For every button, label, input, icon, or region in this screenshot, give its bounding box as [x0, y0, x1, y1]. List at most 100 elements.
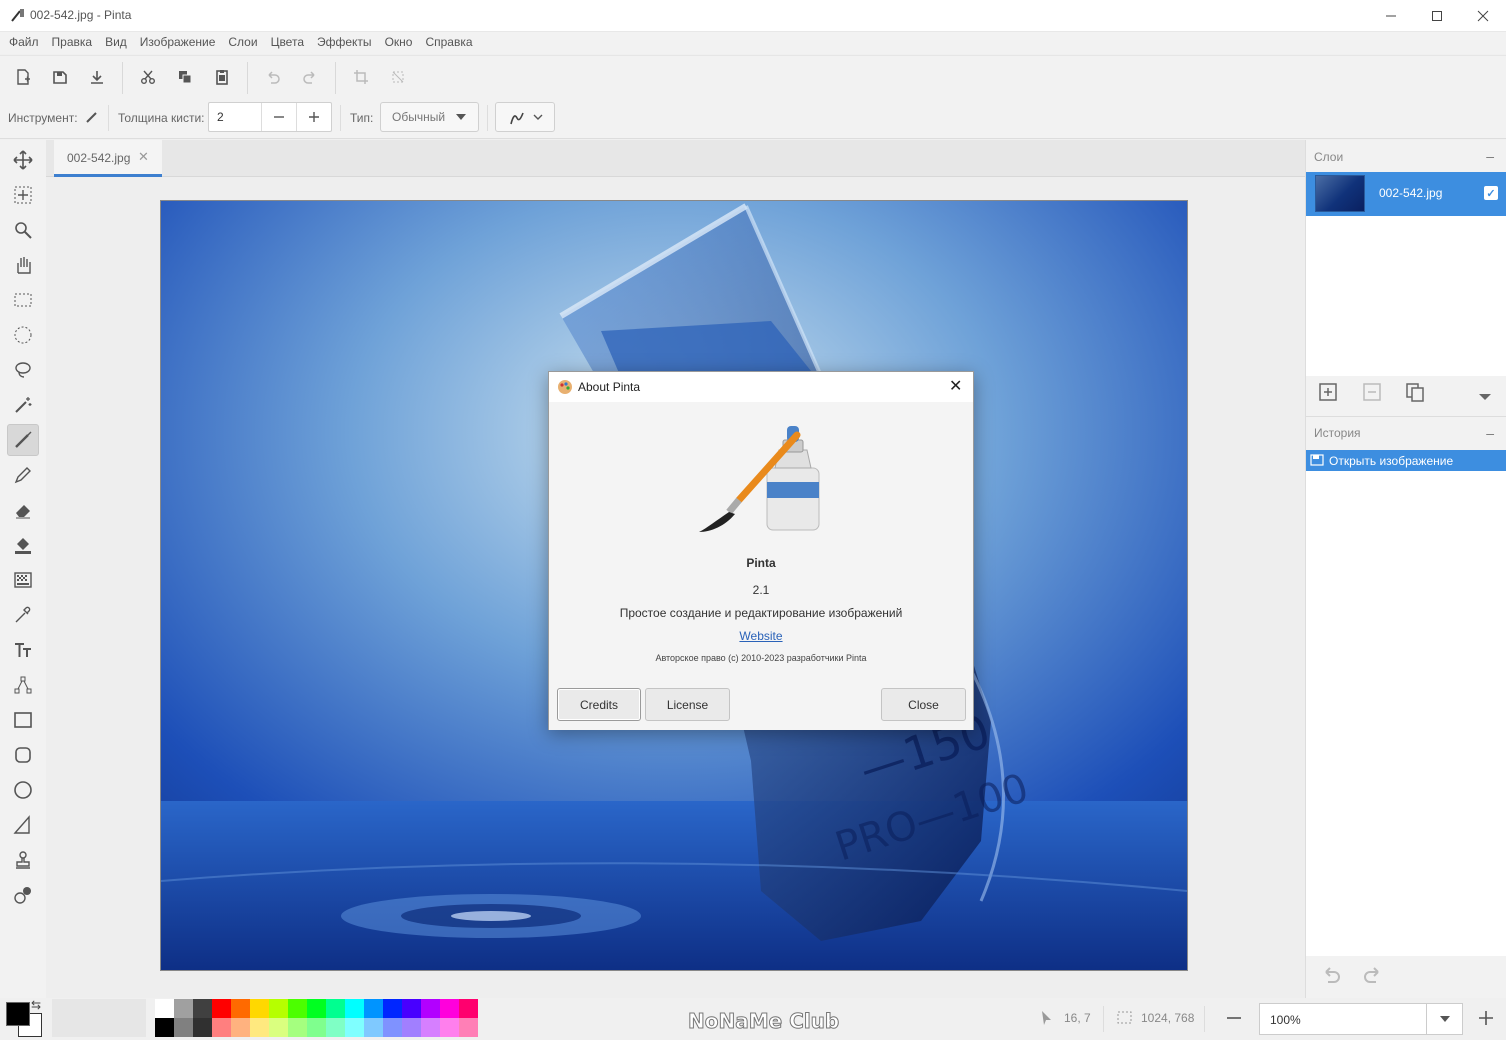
gradient-tool[interactable] — [7, 564, 39, 596]
palette-swatch[interactable] — [288, 1018, 307, 1037]
minimize-button[interactable] — [1368, 0, 1414, 32]
recolor-tool[interactable] — [7, 879, 39, 911]
history-undo-button[interactable] — [1320, 966, 1342, 989]
palette-swatch[interactable] — [250, 999, 269, 1018]
palette-swatch[interactable] — [440, 1018, 459, 1037]
open-button[interactable] — [47, 64, 73, 90]
crop-button[interactable] — [348, 64, 374, 90]
deselect-button[interactable] — [385, 64, 411, 90]
about-close-button[interactable]: Close — [881, 688, 966, 721]
copy-button[interactable] — [172, 64, 198, 90]
palette-swatch[interactable] — [345, 999, 364, 1018]
palette-swatch[interactable] — [174, 1018, 193, 1037]
paintbrush-tool[interactable] — [7, 424, 39, 456]
eraser-tool[interactable] — [7, 494, 39, 526]
antialiasing-dropdown[interactable] — [495, 102, 555, 132]
palette-swatch[interactable] — [307, 999, 326, 1018]
palette-swatch[interactable] — [440, 999, 459, 1018]
palette-swatch[interactable] — [307, 1018, 326, 1037]
palette-swatch[interactable] — [383, 999, 402, 1018]
menu-file[interactable]: Файл — [4, 32, 47, 54]
credits-button[interactable]: Credits — [557, 688, 641, 721]
delete-layer-button[interactable] — [1362, 382, 1382, 407]
palette-swatch[interactable] — [459, 1018, 478, 1037]
duplicate-layer-button[interactable] — [1405, 382, 1425, 407]
move-selected-tool[interactable] — [7, 144, 39, 176]
menu-window[interactable]: Окно — [380, 32, 421, 54]
pencil-tool[interactable] — [7, 459, 39, 491]
history-item[interactable]: Открыть изображение — [1306, 450, 1506, 471]
palette-swatch[interactable] — [326, 1018, 345, 1037]
zoom-combobox[interactable]: 100% — [1259, 1003, 1463, 1035]
menu-edit[interactable]: Правка — [47, 32, 101, 54]
zoom-in-button[interactable] — [1478, 1010, 1494, 1031]
new-button[interactable] — [10, 64, 36, 90]
history-redo-button[interactable] — [1362, 966, 1384, 989]
layer-menu-button[interactable] — [1478, 388, 1492, 406]
palette-swatch[interactable] — [212, 1018, 231, 1037]
layer-visibility-checkbox[interactable]: ✓ — [1484, 186, 1498, 200]
about-close-icon[interactable]: ✕ — [949, 376, 962, 396]
palette-swatch[interactable] — [193, 999, 212, 1018]
palette-swatch[interactable] — [212, 999, 231, 1018]
increase-width-button[interactable] — [296, 103, 331, 131]
license-button[interactable]: License — [645, 688, 730, 721]
magic-wand-tool[interactable] — [7, 389, 39, 421]
color-picker-tool[interactable] — [7, 599, 39, 631]
palette-swatch[interactable] — [269, 999, 288, 1018]
primary-color-swatch[interactable] — [6, 1002, 30, 1026]
brush-width-spinner[interactable]: 2 — [208, 102, 332, 132]
palette-swatch[interactable] — [364, 999, 383, 1018]
swap-colors-icon[interactable]: ⇆ — [31, 998, 41, 1012]
type-dropdown[interactable]: Обычный — [380, 102, 479, 132]
zoom-tool[interactable] — [7, 214, 39, 246]
palette-swatch[interactable] — [174, 999, 193, 1018]
palette-swatch[interactable] — [421, 999, 440, 1018]
document-tab[interactable]: 002-542.jpg ✕ — [54, 140, 162, 177]
palette-swatch[interactable] — [345, 1018, 364, 1037]
palette-swatch[interactable] — [402, 999, 421, 1018]
close-tab-icon[interactable]: ✕ — [138, 149, 149, 165]
cut-button[interactable] — [135, 64, 161, 90]
pan-tool[interactable] — [7, 249, 39, 281]
palette-swatch[interactable] — [231, 1018, 250, 1037]
palette-swatch[interactable] — [269, 1018, 288, 1037]
menu-image[interactable]: Изображение — [135, 32, 224, 54]
primary-secondary-colors[interactable]: ⇆ — [4, 998, 44, 1038]
text-tool[interactable] — [7, 634, 39, 666]
zoom-input[interactable]: 100% — [1270, 1013, 1301, 1027]
brush-width-input[interactable]: 2 — [217, 110, 224, 124]
clone-stamp-tool[interactable] — [7, 844, 39, 876]
palette-swatch[interactable] — [155, 1018, 174, 1037]
freeform-shape-tool[interactable] — [7, 809, 39, 841]
save-button[interactable] — [84, 64, 110, 90]
line-curve-tool[interactable] — [7, 669, 39, 701]
menu-view[interactable]: Вид — [100, 32, 135, 54]
zoom-dropdown-button[interactable] — [1426, 1004, 1462, 1034]
menu-help[interactable]: Справка — [420, 32, 480, 54]
palette-swatch[interactable] — [459, 999, 478, 1018]
palette-swatch[interactable] — [383, 1018, 402, 1037]
menu-effects[interactable]: Эффекты — [312, 32, 380, 54]
menu-colors[interactable]: Цвета — [266, 32, 312, 54]
palette-swatch[interactable] — [155, 999, 174, 1018]
palette-swatch[interactable] — [288, 999, 307, 1018]
palette-swatch[interactable] — [193, 1018, 212, 1037]
redo-button[interactable] — [297, 64, 323, 90]
rectangle-select-tool[interactable] — [7, 284, 39, 316]
layer-row[interactable]: 002-542.jpg ✓ — [1306, 172, 1506, 216]
decrease-width-button[interactable] — [261, 103, 296, 131]
palette-swatch[interactable] — [421, 1018, 440, 1037]
palette-swatch[interactable] — [326, 999, 345, 1018]
ellipse-select-tool[interactable] — [7, 319, 39, 351]
palette-swatch[interactable] — [402, 1018, 421, 1037]
palette-swatch[interactable] — [364, 1018, 383, 1037]
palette-swatch[interactable] — [231, 999, 250, 1018]
menu-layers[interactable]: Слои — [223, 32, 265, 54]
website-link[interactable]: Website — [739, 629, 782, 643]
rectangle-tool[interactable] — [7, 704, 39, 736]
paste-button[interactable] — [209, 64, 235, 90]
maximize-button[interactable] — [1414, 0, 1460, 32]
palette-swatch[interactable] — [250, 1018, 269, 1037]
close-window-button[interactable] — [1460, 0, 1506, 32]
